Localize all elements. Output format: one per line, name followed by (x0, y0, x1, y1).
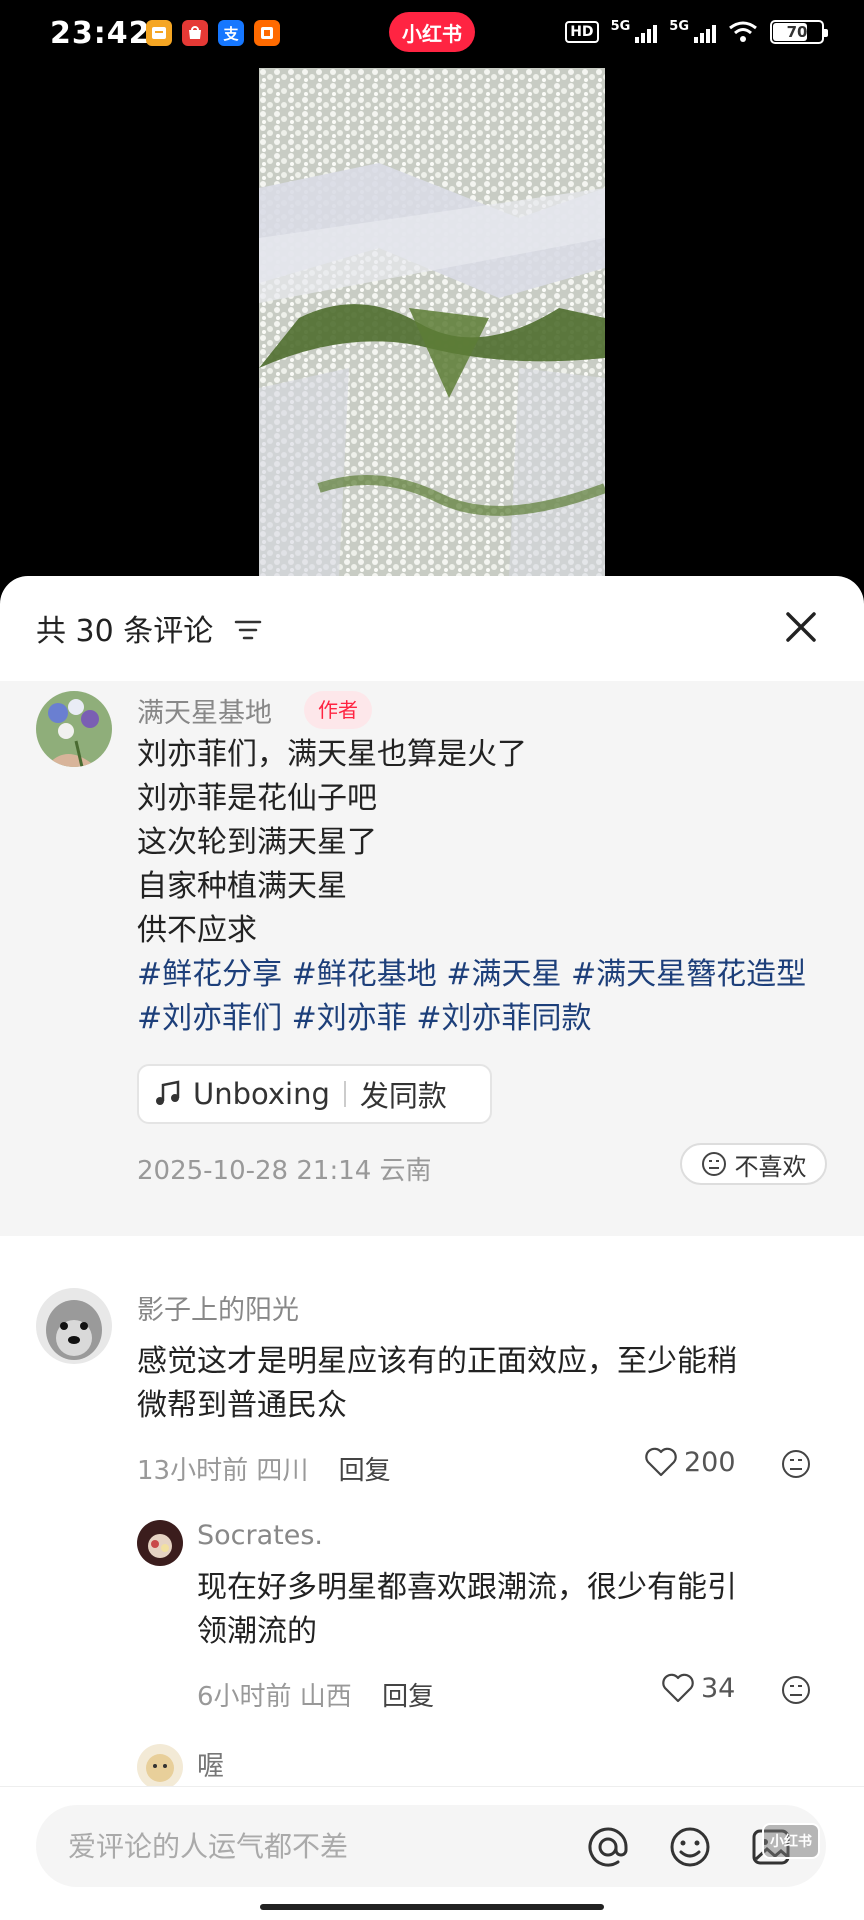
battery-level: 70 (786, 23, 808, 41)
dislike-face-icon[interactable] (780, 1448, 812, 1480)
comment-input-container[interactable] (36, 1805, 826, 1887)
xiaohongshu-watermark: 小红书 (762, 1823, 820, 1859)
reply-text-line: 领潮流的 (197, 1614, 317, 1649)
comment-text-line: 感觉这才是明星应该有的正面效应，至少能稍 (137, 1344, 737, 1379)
author-badge: 作者 (304, 691, 372, 729)
app-notify-icon (146, 20, 172, 46)
use-same-music-button[interactable]: 发同款 (360, 1073, 447, 1115)
comment-input[interactable] (68, 1823, 548, 1869)
comment-meta: 2025-10-28 21:14 云南 (137, 1156, 432, 1186)
sort-filter-icon[interactable] (234, 618, 262, 642)
replier-avatar[interactable] (137, 1744, 183, 1790)
home-indicator (260, 1904, 604, 1910)
author-comment: 满天星基地 作者 刘亦菲们，满天星也算是火了 刘亦菲是花仙子吧 这次轮到满天星了… (0, 681, 864, 1236)
commenter-name[interactable]: 影子上的阳光 (137, 1288, 299, 1327)
music-title: Unboxing (193, 1077, 330, 1111)
hd-voice-icon: HD (565, 21, 599, 43)
dislike-label: 不喜欢 (734, 1152, 807, 1181)
author-name[interactable]: 满天星基地 (137, 691, 272, 730)
video-player[interactable] (259, 68, 605, 576)
status-time: 23:42 (50, 16, 151, 51)
replier-name[interactable]: 喔 (197, 1744, 224, 1783)
music-chip[interactable]: Unboxing 发同款 (137, 1064, 492, 1124)
like-count: 200 (684, 1446, 736, 1478)
emoji-icon[interactable] (668, 1825, 712, 1869)
heart-icon (645, 1447, 677, 1477)
app-listen-icon (254, 20, 280, 46)
mention-icon[interactable] (586, 1825, 630, 1869)
comment-text-line: 刘亦菲是花仙子吧 (137, 781, 377, 816)
meh-face-icon (701, 1152, 726, 1176)
reply-button[interactable]: 回复 (339, 1456, 391, 1486)
close-icon[interactable] (780, 606, 822, 648)
alipay-icon: 支 (218, 20, 244, 46)
like-button[interactable]: 200 (644, 1446, 736, 1478)
music-note-icon (156, 1080, 180, 1105)
like-button[interactable]: 34 (661, 1672, 735, 1704)
comment-input-bar: 小红书 (0, 1786, 864, 1920)
comment-text-line: 自家种植满天星 (137, 869, 347, 904)
like-count: 34 (701, 1672, 736, 1704)
status-bar: 23:42 支 小红书 HD 5G 5G 70 (0, 0, 864, 68)
author-avatar[interactable] (36, 691, 112, 767)
comment-sheet: 共 30 条评论 满天星基地 作者 刘亦菲们，满天星也算是火了 刘亦菲是花仙子吧… (0, 576, 864, 1920)
comment-sheet-header: 共 30 条评论 (0, 576, 864, 681)
heart-icon (662, 1673, 694, 1703)
xiaohongshu-logo: 小红书 (389, 12, 475, 52)
comment-text-line: 这次轮到满天星了 (137, 825, 377, 860)
comment-time-location: 13小时前 四川 (137, 1456, 309, 1486)
reply-time-location: 6小时前 山西 (197, 1682, 352, 1712)
reply-text-line: 现在好多明星都喜欢跟潮流，很少有能引 (197, 1570, 737, 1605)
replier-avatar[interactable] (137, 1520, 183, 1566)
comment-meta: 13小时前 四川 回复 (137, 1450, 391, 1487)
comment-text-line: 微帮到普通民众 (137, 1388, 347, 1423)
flower-bouquets-image (259, 68, 605, 576)
battery-icon: 70 (770, 20, 828, 44)
signal-5g-icon-1: 5G (611, 20, 658, 43)
comment-text-line: 供不应求 (137, 913, 257, 948)
dislike-face-icon[interactable] (780, 1674, 812, 1706)
comment-count: 共 30 条评论 (36, 614, 214, 649)
hashtags[interactable]: #鲜花分享 #鲜花基地 #满天星 #满天星簪花造型 #刘亦菲们 #刘亦菲 #刘亦… (137, 953, 837, 1041)
dislike-button[interactable]: 不喜欢 (680, 1143, 827, 1185)
system-icons: HD 5G 5G 70 (565, 20, 828, 44)
wifi-icon (729, 21, 757, 42)
notification-app-icons: 支 (146, 20, 280, 46)
app-shop-icon (182, 20, 208, 46)
comment-text-line: 刘亦菲们，满天星也算是火了 (137, 737, 527, 772)
reply-button[interactable]: 回复 (382, 1682, 434, 1712)
signal-5g-icon-2: 5G (669, 20, 716, 43)
chip-divider (343, 1081, 346, 1107)
replier-name[interactable]: Socrates. (197, 1520, 323, 1551)
reply-meta: 6小时前 山西 回复 (197, 1676, 434, 1713)
commenter-avatar[interactable] (36, 1288, 112, 1364)
